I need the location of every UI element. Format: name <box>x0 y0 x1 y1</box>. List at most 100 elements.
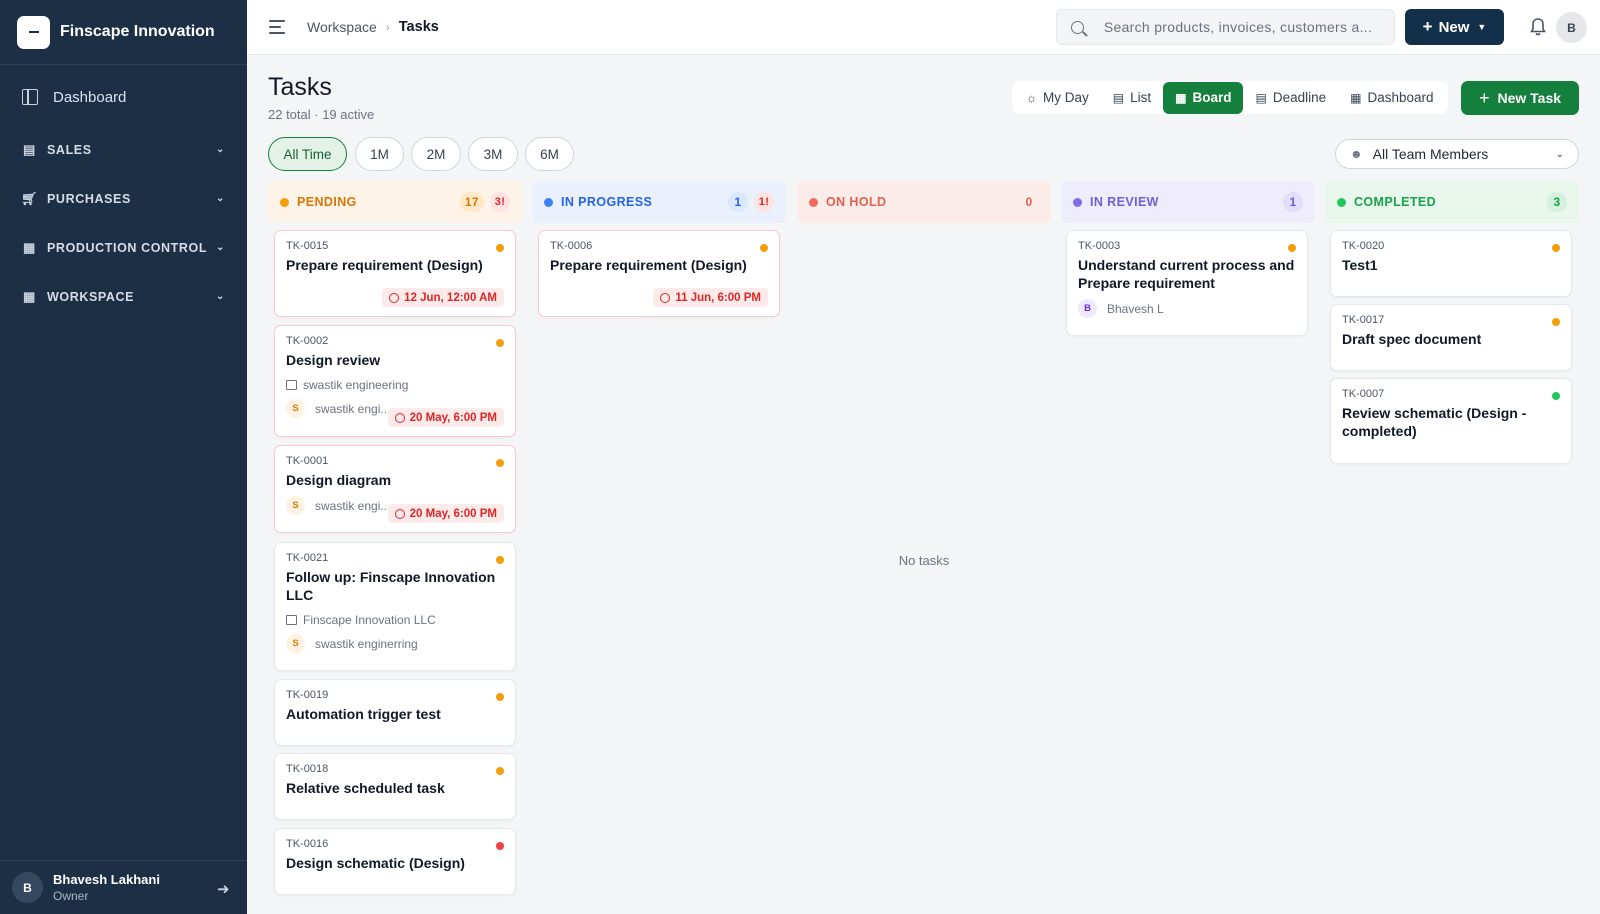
task-card[interactable]: TK-0019 Automation trigger test <box>274 679 516 746</box>
user-name: Bhavesh Lakhani <box>53 872 160 887</box>
range-3m[interactable]: 3M <box>468 137 518 171</box>
new-button-label: New <box>1438 18 1470 36</box>
column-count: 1 <box>728 192 748 212</box>
task-id: TK-0018 <box>286 763 329 775</box>
clock-icon <box>394 412 405 423</box>
task-id: TK-0001 <box>286 455 329 467</box>
user-role: Owner <box>53 889 89 903</box>
menu-toggle-icon[interactable] <box>269 17 289 37</box>
chevron-down-icon: ⌄ <box>1555 148 1564 160</box>
app-name: Finscape Innovation <box>60 23 215 40</box>
breadcrumb: Workspace › Tasks <box>307 19 439 35</box>
task-card[interactable]: TK-0015 Prepare requirement (Design) 12 … <box>274 230 516 317</box>
due-date: 20 May, 6:00 PM <box>409 507 497 520</box>
dashboard-icon <box>22 89 38 105</box>
view-tab-label: My Day <box>1043 90 1089 105</box>
topbar: Workspace › Tasks + New ▼ B <box>247 0 1600 55</box>
task-id: TK-0019 <box>286 689 329 701</box>
new-button[interactable]: + New ▼ <box>1405 9 1504 45</box>
priority-dot <box>496 244 504 252</box>
assignee-name: Bhavesh L <box>1107 301 1164 316</box>
view-tab-my-day[interactable]: ☼ My Day <box>1014 82 1101 114</box>
task-card[interactable]: TK-0018 Relative scheduled task <box>274 753 516 820</box>
status-dot <box>544 197 553 207</box>
sidebar-section-workspace[interactable]: ▦ WORKSPACE ⌄ <box>0 272 247 321</box>
column-header-completed: COMPLETED 3 <box>1325 181 1579 223</box>
chevron-down-icon: ⌄ <box>216 144 225 155</box>
sidebar-item-dashboard[interactable]: Dashboard <box>0 69 247 125</box>
sidebar-item-label: Dashboard <box>53 88 127 106</box>
avatar: B <box>1078 299 1097 318</box>
priority-dot <box>1288 244 1296 252</box>
range-2m[interactable]: 2M <box>411 137 461 171</box>
view-tab-list[interactable]: ▤ List <box>1101 82 1163 114</box>
column-count: 3 <box>1547 192 1567 212</box>
company-name: Finscape Innovation LLC <box>303 613 436 627</box>
bell-icon[interactable] <box>1529 17 1547 37</box>
task-card[interactable]: TK-0003 Understand current process and P… <box>1066 230 1308 336</box>
priority-dot <box>496 339 504 347</box>
view-tab-dashboard[interactable]: ▦ Dashboard <box>1338 82 1445 114</box>
cart-icon: 🛒︎ <box>20 190 39 206</box>
assignee-row: Sswastik enginerring <box>286 634 504 653</box>
task-title: Design schematic (Design) <box>286 855 465 871</box>
column-title: COMPLETED <box>1354 195 1437 209</box>
due-date: 20 May, 6:00 PM <box>409 411 497 424</box>
task-card[interactable]: TK-0016 Design schematic (Design) <box>274 828 516 895</box>
task-card[interactable]: TK-0001 Design diagram Sswastik engi... … <box>274 445 516 533</box>
task-title: Prepare requirement (Design) <box>286 257 483 273</box>
task-id: TK-0020 <box>1342 240 1385 252</box>
task-title: Design diagram <box>286 472 392 488</box>
breadcrumb-workspace[interactable]: Workspace <box>307 19 377 35</box>
user-profile[interactable]: B Bhavesh Lakhani Owner ➜ <box>0 860 247 914</box>
team-members-select[interactable]: ☻ All Team Members ⌄ <box>1335 139 1579 169</box>
plus-icon: + <box>1422 17 1433 36</box>
team-members-value: All Team Members <box>1372 146 1489 162</box>
task-card[interactable]: TK-0006 Prepare requirement (Design) 11 … <box>538 230 780 317</box>
column-header-in-progress: IN PROGRESS 1 1! <box>532 181 786 223</box>
view-tab-board[interactable]: ▦ Board <box>1163 81 1244 114</box>
sidebar-section-production-control[interactable]: ▦ PRODUCTION CONTROL ⌄ <box>0 223 247 272</box>
range-all-time[interactable]: All Time <box>268 137 347 171</box>
task-card[interactable]: TK-0020 Test1 <box>1330 230 1572 297</box>
assignee-name: swastik enginerring <box>315 636 418 651</box>
column-title: ON HOLD <box>826 195 887 209</box>
chevron-down-icon: ⌄ <box>216 193 225 204</box>
status-dot <box>1073 197 1082 207</box>
due-date-badge: 20 May, 6:00 PM <box>387 504 504 523</box>
status-dot <box>1337 197 1346 207</box>
task-title: Relative scheduled task <box>286 780 445 796</box>
task-id: TK-0021 <box>286 552 329 564</box>
avatar: S <box>286 634 305 653</box>
task-id: TK-0003 <box>1078 240 1121 252</box>
brand[interactable]: Finscape Innovation <box>0 0 247 65</box>
search-box[interactable] <box>1056 9 1395 45</box>
avatar: S <box>286 399 305 418</box>
task-card[interactable]: TK-0007 Review schematic (Design - compl… <box>1330 378 1572 464</box>
range-6m[interactable]: 6M <box>525 137 574 171</box>
assignee-name: swastik engi... <box>315 498 391 513</box>
new-task-label: New Task <box>1497 90 1562 106</box>
logout-icon[interactable]: ➜ <box>217 880 235 898</box>
task-id: TK-0007 <box>1342 388 1385 400</box>
task-card[interactable]: TK-0017 Draft spec document <box>1330 304 1572 371</box>
sidebar-section-purchases[interactable]: 🛒︎ PURCHASES ⌄ <box>0 174 247 223</box>
avatar[interactable]: B <box>1556 12 1587 43</box>
view-tab-label: Deadline <box>1272 90 1327 105</box>
overdue-badge: 1! <box>754 192 774 212</box>
task-card[interactable]: TK-0021 Follow up: Finscape Innovation L… <box>274 542 516 671</box>
task-card[interactable]: TK-0002 Design review swastik engineerin… <box>274 325 516 437</box>
page-title: Tasks <box>268 73 332 101</box>
view-switcher: ☼ My Day ▤ List ▦ Board ▤ Deadline ▦ Dashboar… <box>1012 81 1448 114</box>
column-header-pending: PENDING 17 3! <box>268 181 522 223</box>
view-tab-deadline[interactable]: ▤ Deadline <box>1243 82 1338 114</box>
sidebar-section-sales[interactable]: ▤ SALES ⌄ <box>0 125 247 174</box>
factory-icon: ▦ <box>23 239 36 255</box>
search-input[interactable] <box>1103 19 1380 35</box>
new-task-button[interactable]: + New Task <box>1461 81 1579 115</box>
priority-dot <box>496 693 504 701</box>
range-1m[interactable]: 1M <box>355 137 404 171</box>
company-name: swastik engineering <box>303 378 409 392</box>
chevron-down-icon: ⌄ <box>216 291 225 302</box>
task-title: Test1 <box>1342 257 1378 273</box>
